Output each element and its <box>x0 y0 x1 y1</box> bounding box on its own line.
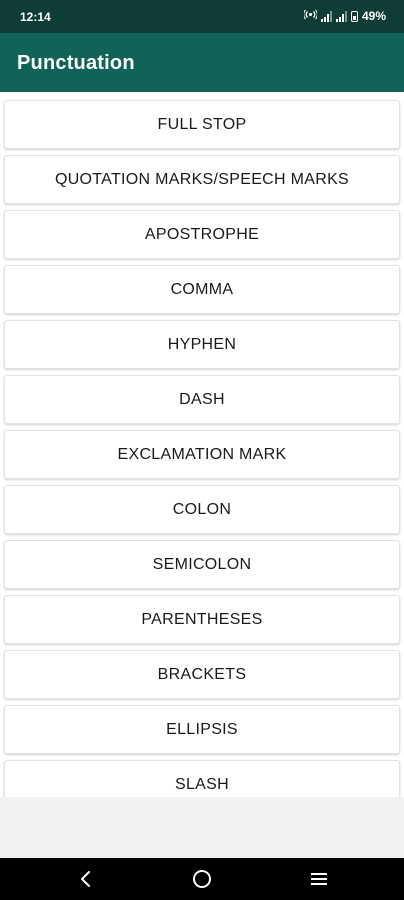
list-item[interactable]: QUOTATION MARKS/SPEECH MARKS <box>4 155 400 204</box>
list-item-label: SEMICOLON <box>152 555 252 573</box>
list-item[interactable]: APOSTROPHE <box>4 210 400 259</box>
home-icon[interactable] <box>190 867 214 891</box>
signal-icon <box>335 10 347 22</box>
list-item[interactable]: EXCLAMATION MARK <box>4 430 400 479</box>
list-item[interactable]: PARENTHESES <box>4 595 400 644</box>
list-item-label: FULL STOP <box>157 115 247 133</box>
list-item-label: ELLIPSIS <box>166 720 238 738</box>
list-item-label: QUOTATION MARKS/SPEECH MARKS <box>54 170 350 188</box>
app-bar: Punctuation <box>0 33 404 92</box>
navigation-bar <box>0 858 404 900</box>
status-time: 12:14 <box>20 10 51 24</box>
recents-icon[interactable] <box>307 867 331 891</box>
list-item-label: PARENTHESES <box>141 610 263 628</box>
list-item[interactable]: COLON <box>4 485 400 534</box>
signal-icon <box>320 10 332 22</box>
list-item[interactable]: HYPHEN <box>4 320 400 369</box>
list-item-label: SLASH <box>175 775 229 793</box>
back-icon[interactable] <box>74 867 98 891</box>
list-item-label: DASH <box>179 390 225 408</box>
status-icons: 49% <box>303 9 386 23</box>
list-bottom-area <box>0 797 404 858</box>
status-bar: 12:14 49% <box>0 0 404 33</box>
list-item[interactable]: SLASH <box>4 760 400 797</box>
list-item-label: BRACKETS <box>157 665 247 683</box>
list-item-label: COLON <box>172 500 232 518</box>
list-item-label: COMMA <box>170 280 234 298</box>
list-item-label: HYPHEN <box>167 335 237 353</box>
list-item-label: EXCLAMATION MARK <box>117 445 287 463</box>
list-item[interactable]: COMMA <box>4 265 400 314</box>
list-item[interactable]: SEMICOLON <box>4 540 400 589</box>
battery-percent: 49% <box>361 9 386 23</box>
list-container: FULL STOP QUOTATION MARKS/SPEECH MARKS APO… <box>0 92 404 797</box>
punctuation-list[interactable]: FULL STOP QUOTATION MARKS/SPEECH MARKS APO… <box>0 92 404 797</box>
battery-icon <box>350 10 358 22</box>
hotspot-icon <box>303 9 318 23</box>
list-item[interactable]: FULL STOP <box>4 100 400 149</box>
list-item[interactable]: DASH <box>4 375 400 424</box>
list-item[interactable]: BRACKETS <box>4 650 400 699</box>
list-item-label: APOSTROPHE <box>144 225 260 243</box>
page-title: Punctuation <box>17 52 135 74</box>
list-item[interactable]: ELLIPSIS <box>4 705 400 754</box>
